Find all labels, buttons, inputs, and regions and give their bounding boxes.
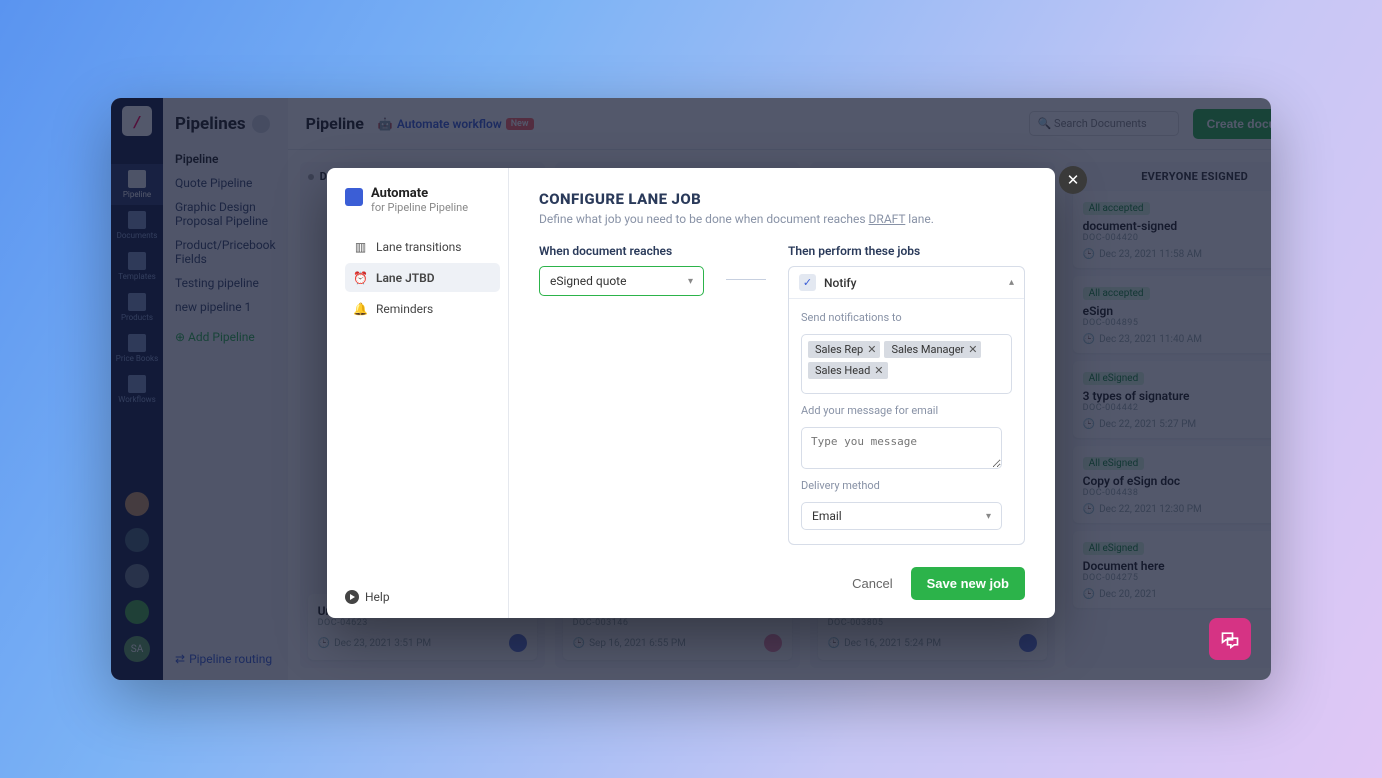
chat-icon [1220,629,1240,649]
draft-link[interactable]: DRAFT [869,212,906,226]
chip-sales-rep: Sales Rep✕ [808,341,880,358]
app-window: / Pipeline Documents Templates Products … [111,98,1271,680]
modal-body: CONFIGURE LANE JOB Define what job you n… [509,168,1055,618]
job-box: ✓ Notify ▴ Send notifications to Sales R… [788,266,1025,545]
recipients-input[interactable]: Sales Rep✕ Sales Manager✕ Sales Head✕ [801,334,1012,394]
nav-reminders[interactable]: 🔔Reminders [345,294,500,323]
chip-sales-manager: Sales Manager✕ [884,341,981,358]
chevron-down-icon: ▾ [688,276,693,287]
then-perform-label: Then perform these jobs [788,244,1025,258]
check-icon: ✓ [799,274,816,291]
chevron-down-icon: ▾ [986,511,991,522]
job-header[interactable]: ✓ Notify ▴ [789,267,1024,299]
cancel-button[interactable]: Cancel [852,576,892,591]
remove-chip-icon[interactable]: ✕ [874,364,883,377]
help-link[interactable]: Help [345,590,500,604]
chat-fab[interactable] [1209,618,1251,660]
nav-lane-jtbd[interactable]: ⏰Lane JTBD [345,263,500,292]
modal-title: CONFIGURE LANE JOB [539,190,1025,208]
modal-wrap: ✕ Automate for Pipeline Pipeline ▥Lane t… [111,98,1271,680]
remove-chip-icon[interactable]: ✕ [968,343,977,356]
modal-side-subtitle: for Pipeline Pipeline [371,201,468,214]
chevron-up-icon: ▴ [1009,277,1014,288]
remove-chip-icon[interactable]: ✕ [867,343,876,356]
nav-lane-transitions[interactable]: ▥Lane transitions [345,232,500,261]
play-icon [345,590,359,604]
chip-sales-head: Sales Head✕ [808,362,888,379]
robot-icon [345,188,363,206]
modal-description: Define what job you need to be done when… [539,212,1025,226]
modal-sidebar: Automate for Pipeline Pipeline ▥Lane tra… [327,168,509,618]
lane-select[interactable]: eSigned quote▾ [539,266,704,296]
columns-icon: ▥ [353,239,368,254]
delivery-select[interactable]: Email▾ [801,502,1002,530]
connector-line [726,279,766,280]
configure-lane-job-modal: ✕ Automate for Pipeline Pipeline ▥Lane t… [327,168,1055,618]
message-label: Add your message for email [801,404,1012,417]
notify-to-label: Send notifications to [801,311,1012,324]
alarm-icon: ⏰ [353,270,368,285]
bell-icon: 🔔 [353,301,368,316]
modal-side-title: Automate [371,186,468,201]
when-reaches-label: When document reaches [539,244,704,258]
delivery-label: Delivery method [801,479,1012,492]
message-textarea[interactable] [801,427,1002,469]
close-icon[interactable]: ✕ [1059,166,1087,194]
save-new-job-button[interactable]: Save new job [911,567,1025,600]
